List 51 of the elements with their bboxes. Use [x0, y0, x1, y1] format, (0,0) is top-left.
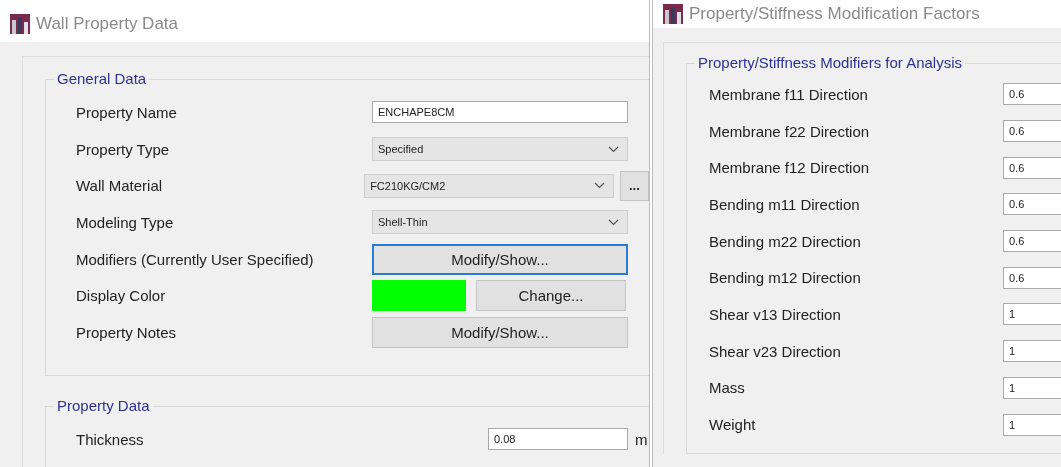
field-label: Thickness — [76, 430, 145, 448]
field-label: Property Notes — [76, 323, 178, 341]
field-label: Bending m11 Direction — [709, 195, 861, 213]
group-title: Property/Stiffness Modifiers for Analysis — [695, 54, 965, 71]
text-field[interactable]: 0.6 — [1003, 193, 1061, 216]
text-field[interactable]: 0.6 — [1003, 156, 1061, 179]
text-field[interactable]: 0.6 — [1003, 83, 1061, 106]
dropdown-value: Shell-Thin — [378, 216, 428, 229]
field-label: Bending m22 Direction — [709, 232, 862, 250]
field-label: Wall Material — [76, 177, 164, 195]
field-label: Weight — [709, 416, 757, 434]
field-label: Bending m12 Direction — [709, 269, 862, 287]
dropdown[interactable]: Specified — [372, 137, 628, 162]
app-logo-icon — [663, 4, 683, 24]
text-field[interactable]: 0.6 — [1003, 266, 1061, 289]
dropdown[interactable]: FC210KG/CM2 — [364, 173, 614, 198]
field-label: Display Color — [76, 287, 167, 305]
color-swatch[interactable] — [372, 280, 466, 312]
unit-label: m — [635, 430, 648, 448]
text-field[interactable]: 0.6 — [1003, 120, 1061, 143]
field-label: Shear v13 Direction — [709, 305, 842, 323]
text-field[interactable]: 0.08 — [488, 428, 628, 451]
field-label: Property Name — [76, 103, 178, 121]
chevron-down-icon — [608, 145, 619, 153]
chevron-down-icon — [608, 218, 619, 226]
field-label: Membrane f11 Direction — [709, 85, 869, 103]
change-button[interactable]: Change... — [476, 280, 626, 312]
dropdown[interactable]: Shell-Thin — [372, 210, 628, 235]
field-label: Membrane f12 Direction — [709, 159, 871, 177]
modify-button[interactable]: Modify/Show... — [372, 316, 628, 348]
text-field[interactable]: ENCHAPE8CM — [372, 101, 628, 124]
text-field[interactable]: 1 — [1003, 340, 1061, 363]
dropdown-value: FC210KG/CM2 — [370, 179, 446, 192]
text-field[interactable]: 1 — [1003, 303, 1061, 326]
window-title: Wall Property Data — [36, 14, 179, 34]
chevron-down-icon — [593, 182, 605, 190]
modify-button[interactable]: Modify/Show... — [372, 243, 628, 275]
text-field[interactable]: 0.6 — [1003, 230, 1061, 253]
text-field[interactable]: 1 — [1003, 376, 1061, 399]
text-field[interactable]: 1 — [1003, 413, 1061, 436]
field-label: Shear v23 Direction — [709, 342, 842, 360]
field-label: Modifiers (Currently User Specified) — [76, 250, 315, 268]
field-label: Modeling Type — [76, 213, 175, 231]
dropdown-value: Specified — [378, 143, 424, 156]
field-label: Mass — [709, 379, 746, 397]
field-label: Property Type — [76, 140, 171, 158]
browse-button[interactable]: ... — [619, 170, 649, 201]
app-logo-icon — [10, 14, 30, 34]
field-label: Membrane f22 Direction — [709, 122, 871, 140]
window-title: Property/Stiffness Modification Factors — [689, 4, 980, 24]
group-title: General Data — [54, 70, 150, 87]
